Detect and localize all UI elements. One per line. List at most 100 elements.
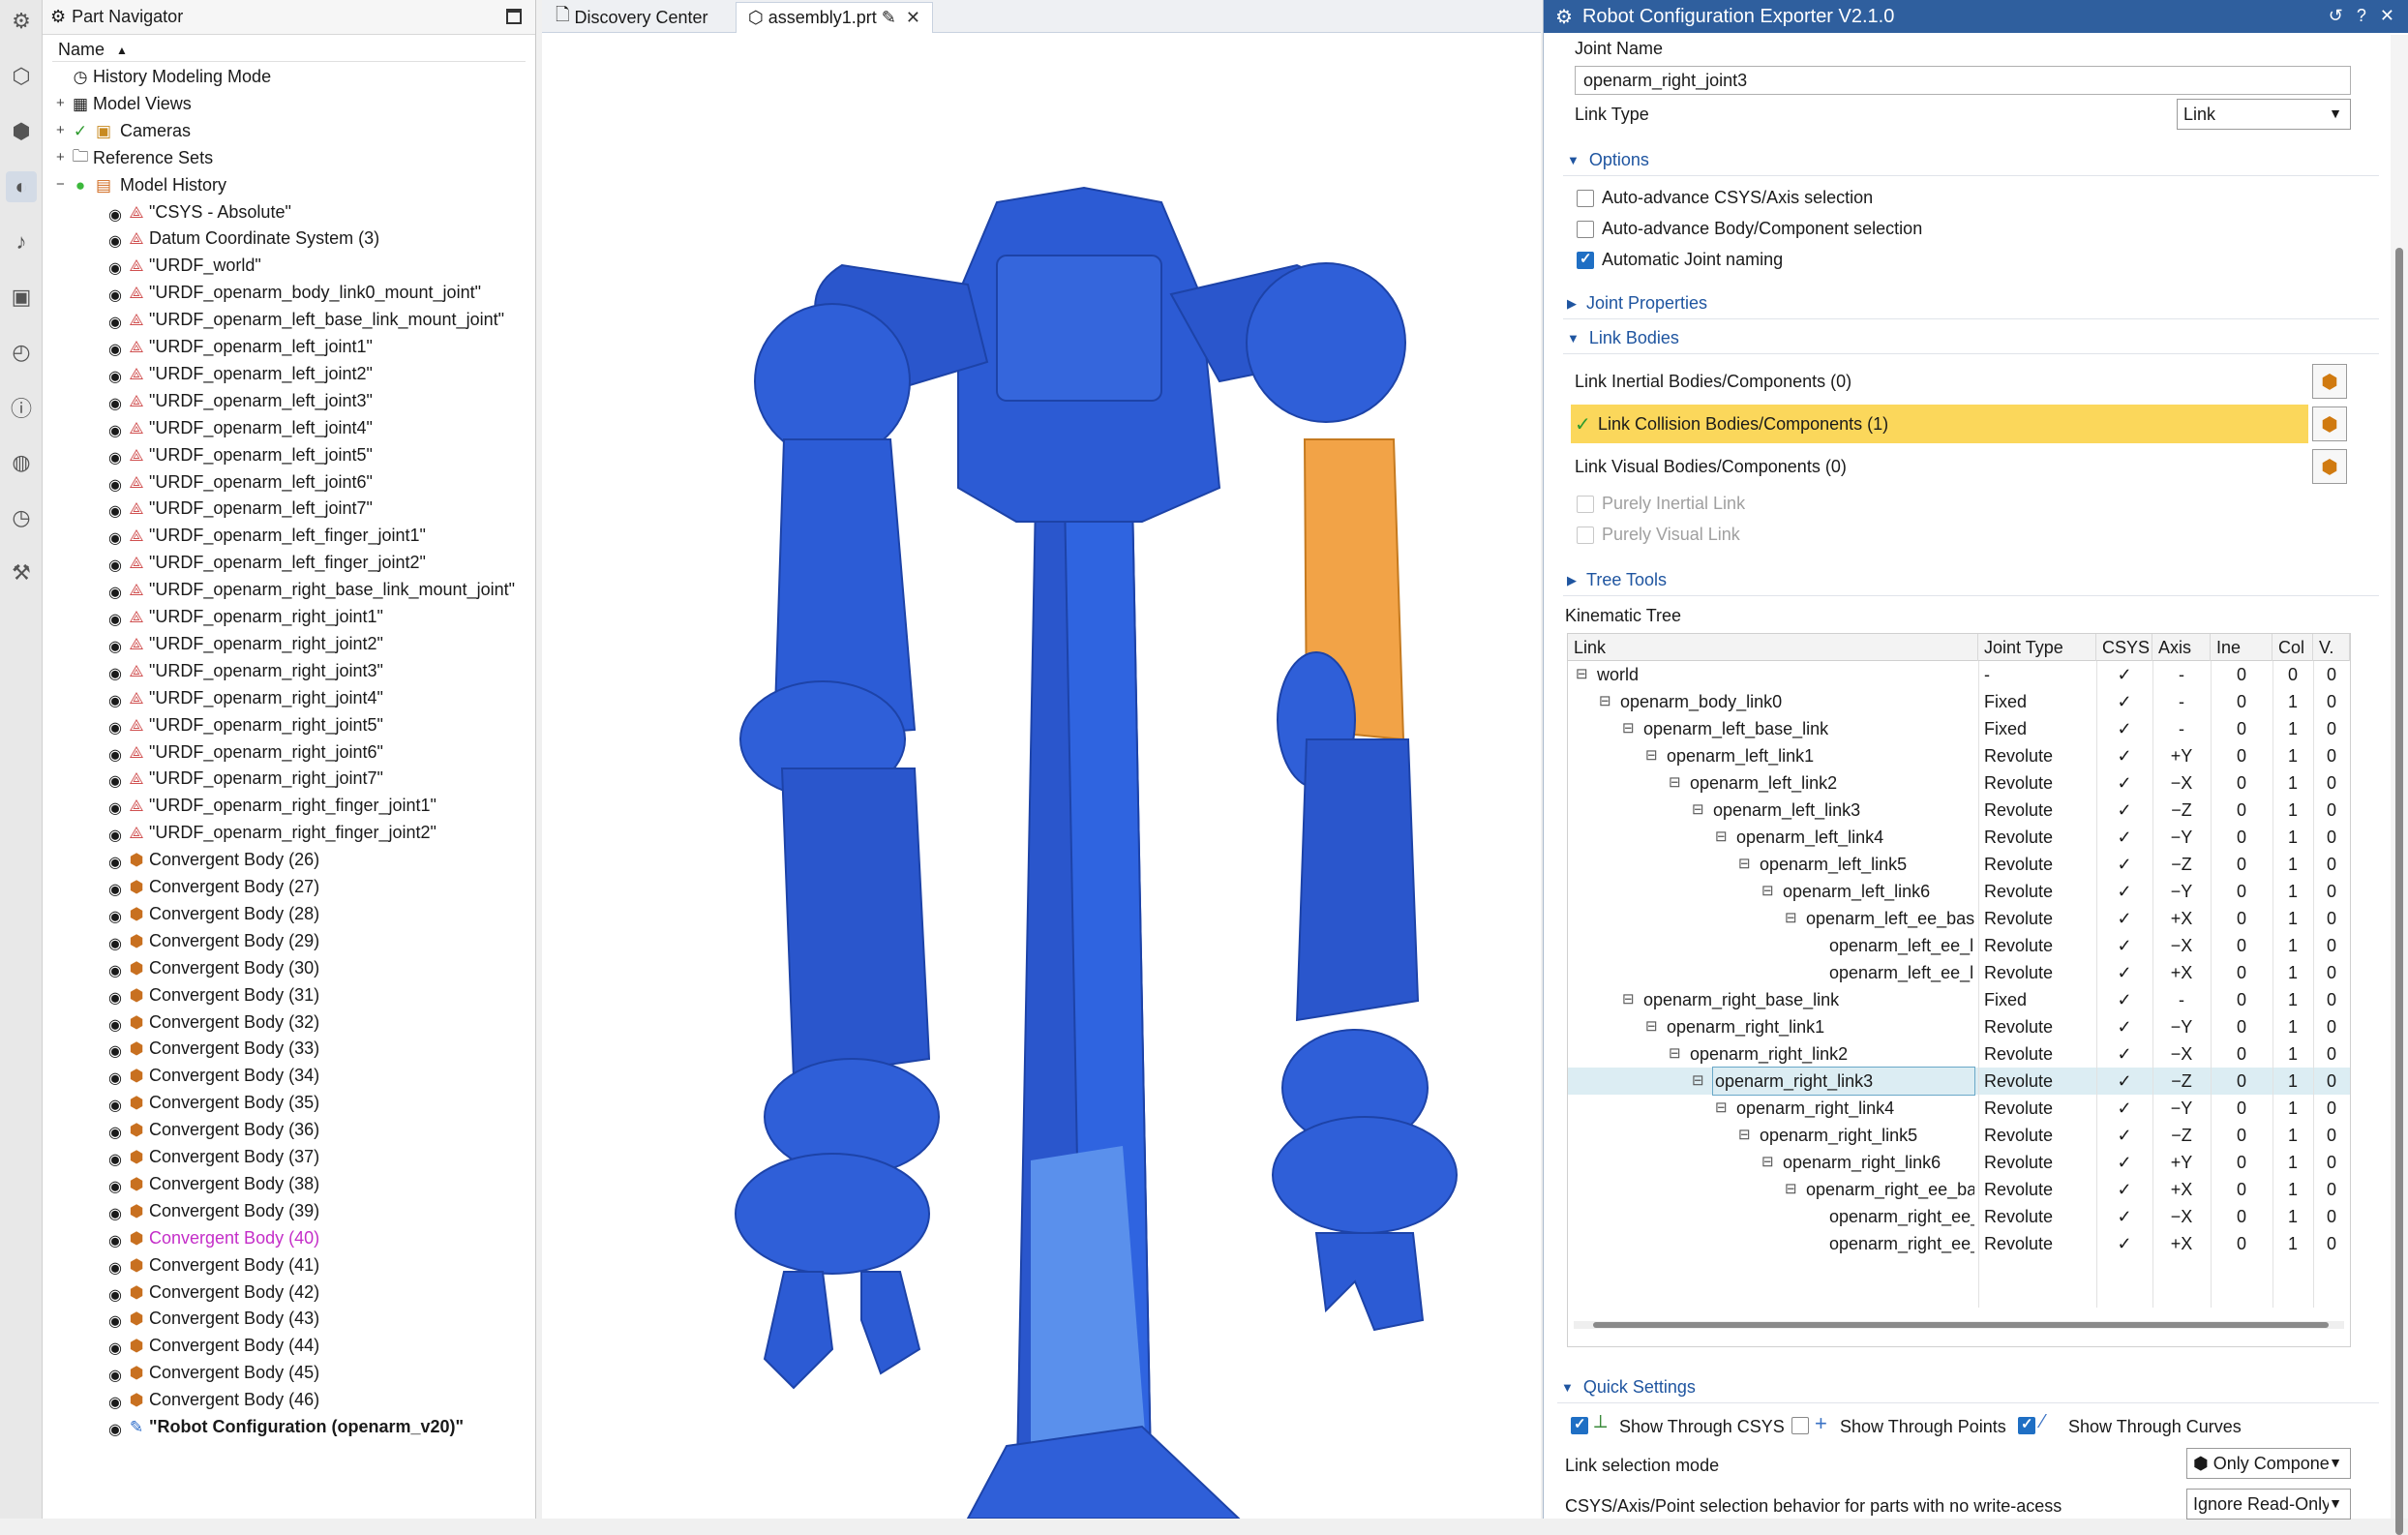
tree-row[interactable]: ◉ ⟁ "URDF_openarm_right_joint2" (52, 631, 526, 658)
tree-row[interactable]: ◉ ⬢ Convergent Body (27) (52, 874, 526, 901)
visibility-eye-icon[interactable]: ◉ (108, 394, 122, 413)
csys-behavior-select[interactable]: Ignore Read-Only ▼ (2186, 1489, 2351, 1520)
kinematic-row[interactable]: openarm_right_ee_li... Revolute ✓ +X 0 1 0 (1568, 1230, 2350, 1257)
tree-row[interactable]: ◉ ⬢ Convergent Body (32) (52, 1009, 526, 1037)
clock-icon[interactable]: ◷ (6, 502, 37, 533)
visibility-eye-icon[interactable]: ◉ (108, 367, 122, 386)
collapse-icon[interactable]: ⊟ (1738, 855, 1751, 872)
visibility-eye-icon[interactable]: ◉ (108, 691, 122, 710)
visibility-eye-icon[interactable]: ◉ (108, 1096, 122, 1115)
visibility-eye-icon[interactable]: ◉ (108, 1041, 122, 1061)
tree-row[interactable]: ◷ History Modeling Mode (52, 64, 526, 91)
scrollbar-thumb[interactable] (1593, 1322, 2329, 1328)
collapse-icon[interactable]: ⊟ (1715, 1099, 1728, 1116)
collapse-icon[interactable]: ⊟ (1738, 1126, 1751, 1143)
tree-row[interactable]: ◉ ⟁ "URDF_openarm_right_finger_joint1" (52, 793, 526, 820)
select-inertial-bodies-button[interactable]: ⬢ (2312, 364, 2347, 399)
expand-icon[interactable]: + (56, 149, 65, 166)
tree-row[interactable]: ◉ ⬢ Convergent Body (33) (52, 1036, 526, 1063)
visibility-eye-icon[interactable]: ◉ (108, 637, 122, 656)
column-header[interactable]: Axis (2152, 634, 2211, 661)
tree-row[interactable]: ◉ ⟁ "URDF_openarm_left_finger_joint1" (52, 523, 526, 550)
tree-row[interactable]: ◉ ⬢ Convergent Body (44) (52, 1333, 526, 1360)
tree-row[interactable]: ◉ ⟁ "URDF_openarm_right_joint5" (52, 712, 526, 739)
link-bodies-section-header[interactable]: ▼ Link Bodies (1563, 323, 2379, 354)
close-icon[interactable]: ✕ (2380, 6, 2394, 26)
tree-row[interactable]: ◉ ⟁ "URDF_openarm_right_joint6" (52, 739, 526, 767)
gear-icon[interactable]: ⚙ (6, 6, 37, 37)
tree-row[interactable]: ◉ ⟁ "URDF_openarm_right_joint3" (52, 658, 526, 685)
visibility-eye-icon[interactable]: ◉ (108, 798, 122, 818)
purely-visual-checkbox[interactable] (1577, 527, 1594, 544)
purely-inertial-checkbox[interactable] (1577, 496, 1594, 513)
kinematic-row[interactable]: ⊟ openarm_right_link2 Revolute ✓ −X 0 1 0 (1568, 1040, 2350, 1068)
options-section-header[interactable]: ▼ Options (1563, 145, 2379, 176)
show-through-points-checkbox[interactable] (1791, 1417, 1809, 1434)
visibility-eye-icon[interactable]: ◉ (108, 421, 122, 440)
tree-row[interactable]: ◉ ⟁ "URDF_openarm_left_joint4" (52, 415, 526, 442)
visibility-eye-icon[interactable]: ◉ (108, 1177, 122, 1196)
close-tab-icon[interactable]: ✕ (906, 8, 920, 28)
tree-tools-section-header[interactable]: ▶ Tree Tools (1563, 565, 2379, 596)
tree-row[interactable]: ◉ ⬢ Convergent Body (37) (52, 1144, 526, 1171)
dialog-vertical-scrollbar[interactable] (2391, 35, 2408, 1535)
tree-row[interactable]: ◉ ⬢ Convergent Body (34) (52, 1063, 526, 1090)
visibility-eye-icon[interactable]: ◉ (108, 718, 122, 737)
visibility-eye-icon[interactable]: ◉ (108, 1393, 122, 1412)
auto-advance-body-checkbox[interactable] (1577, 221, 1594, 238)
tab-discovery-center[interactable]: 🗋 Discovery Center (544, 2, 720, 33)
collision-bodies-row[interactable]: ✓ Link Collision Bodies/Components (1) (1571, 405, 2308, 443)
cube-icon[interactable]: ▣ (6, 282, 37, 313)
tree-row[interactable]: ◉ ⟁ "URDF_openarm_right_joint7" (52, 766, 526, 793)
kinematic-row[interactable]: ⊟ openarm_body_link0 Fixed ✓ - 0 1 0 (1568, 688, 2350, 715)
kinematic-row[interactable]: ⊟ openarm_right_link1 Revolute ✓ −Y 0 1 0 (1568, 1013, 2350, 1040)
tree-row[interactable]: ◉ ⟁ "URDF_openarm_right_joint4" (52, 685, 526, 712)
collapse-icon[interactable]: ⊟ (1669, 1044, 1681, 1062)
collapse-icon[interactable]: ⊟ (1785, 1180, 1797, 1197)
visibility-eye-icon[interactable]: ◉ (108, 1068, 122, 1088)
collapse-icon[interactable]: ⊟ (1645, 746, 1658, 764)
visibility-eye-icon[interactable]: ◉ (108, 1204, 122, 1223)
tree-row[interactable]: − ● ▤ Model History (52, 172, 526, 199)
visibility-eye-icon[interactable]: ◉ (108, 907, 122, 926)
collapse-icon[interactable]: ⊟ (1669, 773, 1681, 791)
tree-row[interactable]: ◉ ⟁ "URDF_openarm_left_joint3" (52, 388, 526, 415)
tree-row[interactable]: ◉ ⬢ Convergent Body (31) (52, 982, 526, 1009)
tree-row[interactable]: ◉ ⟁ "URDF_openarm_left_base_link_mount_joi… (52, 307, 526, 334)
tree-row[interactable]: ◉ ⟁ "URDF_openarm_left_joint7" (52, 496, 526, 523)
kinematic-row[interactable]: ⊟ openarm_left_link3 Revolute ✓ −Z 0 1 0 (1568, 797, 2350, 824)
visibility-eye-icon[interactable]: ◉ (108, 501, 122, 521)
tree-row[interactable]: + ✓ ▣ Cameras (52, 118, 526, 145)
scrollbar-thumb[interactable] (2395, 248, 2403, 1535)
assembly-icon[interactable]: ⬢ (6, 116, 37, 147)
visibility-eye-icon[interactable]: ◉ (108, 1231, 122, 1250)
expand-icon[interactable]: − (56, 176, 65, 193)
automatic-joint-naming-checkbox[interactable] (1577, 250, 1594, 269)
kinematic-row[interactable]: ⊟ openarm_left_link2 Revolute ✓ −X 0 1 0 (1568, 769, 2350, 797)
tree-row[interactable]: ◉ ⬢ Convergent Body (40) (52, 1225, 526, 1252)
column-header[interactable]: Link (1568, 634, 1978, 661)
visibility-eye-icon[interactable]: ◉ (108, 1285, 122, 1305)
joint-properties-section-header[interactable]: ▶ Joint Properties (1563, 288, 2379, 319)
tree-row[interactable]: ◉ ⬢ Convergent Body (46) (52, 1387, 526, 1414)
collapse-icon[interactable]: ⊟ (1622, 990, 1635, 1008)
collapse-icon[interactable]: ⊟ (1692, 1071, 1704, 1089)
tree-row[interactable]: ◉ ⬢ Convergent Body (45) (52, 1360, 526, 1387)
collapse-icon[interactable]: ⊟ (1785, 909, 1797, 926)
column-header[interactable]: Ine (2211, 634, 2273, 661)
column-header[interactable]: V. (2313, 634, 2350, 661)
tree-row[interactable]: ◉ ⬢ Convergent Body (36) (52, 1117, 526, 1144)
tree-row[interactable]: ◉ ⬢ Convergent Body (43) (52, 1306, 526, 1333)
kinematic-row[interactable]: ⊟ openarm_left_base_link Fixed ✓ - 0 1 0 (1568, 715, 2350, 742)
tree-row[interactable]: + ▦ Model Views (52, 91, 526, 118)
visibility-eye-icon[interactable]: ◉ (108, 1150, 122, 1169)
visibility-eye-icon[interactable]: ◉ (108, 745, 122, 765)
auto-advance-csys-checkbox[interactable] (1577, 190, 1594, 207)
kinematic-row[interactable]: ⊟ openarm_left_link4 Revolute ✓ −Y 0 1 0 (1568, 824, 2350, 851)
collapse-icon[interactable]: ⊟ (1645, 1017, 1658, 1035)
visibility-eye-icon[interactable]: ◉ (108, 286, 122, 305)
kinematic-row[interactable]: ⊟ openarm_left_link6 Revolute ✓ −Y 0 1 0 (1568, 878, 2350, 905)
tree-row[interactable]: ◉ ✎ "Robot Configuration (openarm_v20)" (52, 1414, 526, 1441)
tree-row[interactable]: ◉ ⬢ Convergent Body (30) (52, 955, 526, 982)
tree-row[interactable]: ◉ ⟁ "URDF_openarm_body_link0_mount_joint" (52, 280, 526, 307)
